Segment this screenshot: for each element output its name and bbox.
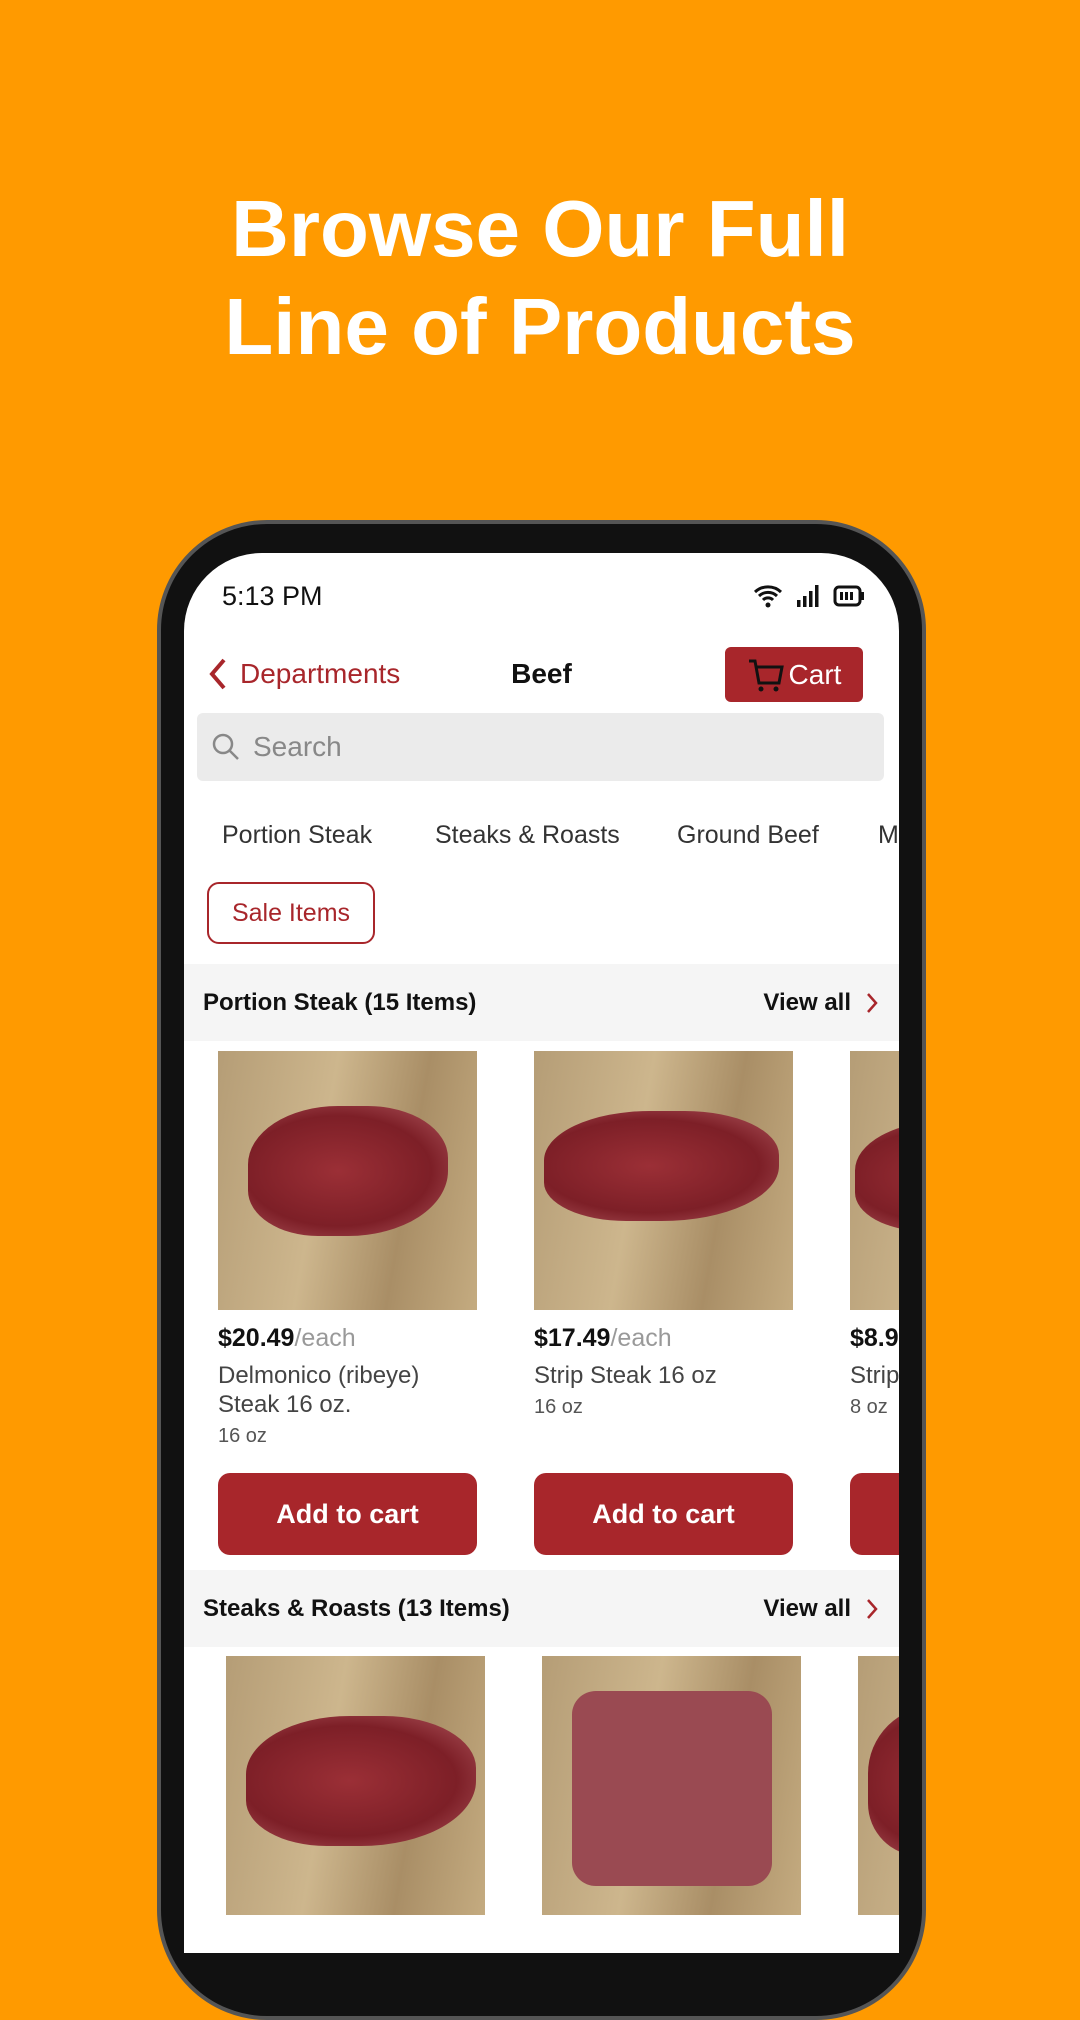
product-size: 16 oz xyxy=(534,1396,583,1418)
headline-line-1: Browse Our Full xyxy=(231,184,849,273)
product-size: 16 oz xyxy=(218,1425,267,1447)
view-all-link[interactable]: View all xyxy=(763,1595,879,1623)
tab-steaks-roasts[interactable]: Steaks & Roasts xyxy=(435,821,620,850)
cart-icon xyxy=(748,659,784,691)
tab-more[interactable]: M xyxy=(878,821,899,850)
product-name: Delmonico (ribeye) Steak 16 oz. xyxy=(218,1362,420,1418)
headline: Browse Our Full Line of Products xyxy=(0,180,1080,376)
product-name: Strip Steak 16 oz xyxy=(534,1362,717,1389)
product-card[interactable]: $20.49/each Delmonico (ribeye) Steak 16 … xyxy=(218,1051,477,1448)
search-input[interactable]: Search xyxy=(197,713,884,781)
product-image[interactable] xyxy=(226,1656,485,1915)
signal-icon xyxy=(797,585,819,607)
product-image[interactable] xyxy=(858,1656,899,1915)
cart-label: Cart xyxy=(788,658,842,690)
product-price: $20.49/each xyxy=(218,1324,356,1352)
product-image[interactable] xyxy=(542,1656,801,1915)
phone-screen: 5:13 PM Departments Beef Cart Search Por… xyxy=(184,553,899,1953)
section-title: Steaks & Roasts (13 Items) xyxy=(203,1594,510,1622)
chevron-right-icon xyxy=(867,992,878,1013)
product-card[interactable]: $17.49/each Strip Steak 16 oz 16 oz xyxy=(534,1051,793,1419)
status-time: 5:13 PM xyxy=(222,581,323,611)
product-card[interactable]: $8.9 Strip 8 oz xyxy=(850,1051,899,1419)
product-image xyxy=(218,1051,477,1310)
search-placeholder: Search xyxy=(253,731,342,762)
product-image xyxy=(534,1051,793,1310)
status-icons xyxy=(753,583,865,609)
view-all-label: View all xyxy=(763,1594,851,1622)
product-name: Strip xyxy=(850,1362,899,1389)
product-image xyxy=(850,1051,899,1310)
search-icon xyxy=(212,733,239,760)
headline-line-2: Line of Products xyxy=(224,282,856,371)
section-title: Portion Steak (15 Items) xyxy=(203,988,477,1016)
section-header-portion-steak: Portion Steak (15 Items) View all xyxy=(184,964,899,1041)
section-header-steaks-roasts: Steaks & Roasts (13 Items) View all xyxy=(184,1570,899,1647)
product-price: $17.49/each xyxy=(534,1324,672,1352)
add-to-cart-button[interactable]: Add to cart xyxy=(534,1473,793,1555)
product-price: $8.9 xyxy=(850,1324,899,1352)
battery-icon xyxy=(833,585,864,607)
view-all-label: View all xyxy=(763,988,851,1016)
cart-button[interactable]: Cart xyxy=(725,647,863,702)
add-to-cart-button[interactable]: Add to cart xyxy=(218,1473,477,1555)
tab-portion-steak[interactable]: Portion Steak xyxy=(222,821,372,850)
sale-items-button[interactable]: Sale Items xyxy=(207,882,375,944)
chevron-right-icon xyxy=(867,1598,878,1619)
add-to-cart-button[interactable] xyxy=(850,1473,899,1555)
product-size: 8 oz xyxy=(850,1396,888,1418)
wifi-icon xyxy=(753,585,783,608)
tab-ground-beef[interactable]: Ground Beef xyxy=(677,821,819,850)
view-all-link[interactable]: View all xyxy=(763,989,879,1017)
